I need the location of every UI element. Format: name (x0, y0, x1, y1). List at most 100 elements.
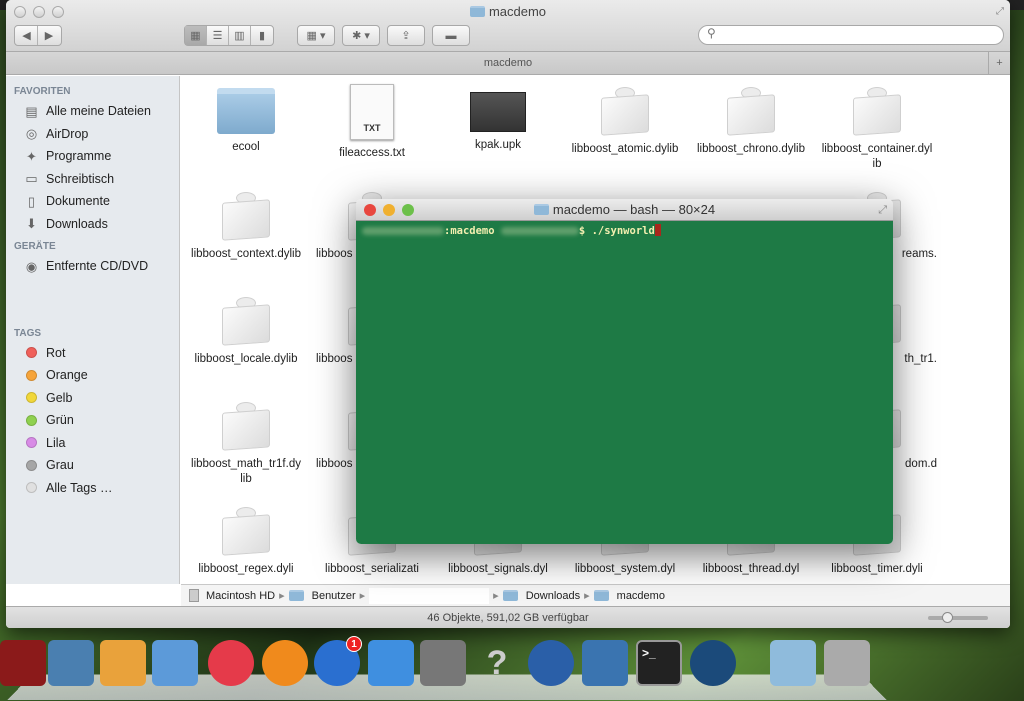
tags-button[interactable]: ▬ (432, 25, 470, 46)
prompt-symbol: $ (578, 225, 586, 237)
sidebar-item-schreibtisch[interactable]: ▭ Schreibtisch (6, 168, 179, 191)
tag-color-dot (26, 459, 37, 471)
dylib-icon (851, 84, 903, 136)
python-launcher-icon[interactable] (582, 640, 628, 686)
path-segment[interactable]: Downloads (526, 590, 580, 602)
file-label: libboost_system.dyl (574, 563, 676, 575)
fullscreen-icon[interactable]: ⤢ (996, 6, 1004, 17)
app-store-icon[interactable]: 1 (314, 636, 362, 686)
sidebar-item-downloads[interactable]: ⬇ Downloads (6, 213, 179, 236)
path-segment[interactable]: macdemo (617, 590, 665, 602)
terminal-zoom-button[interactable] (402, 204, 414, 216)
favorites-header: FAVORITEN (14, 86, 71, 97)
new-tab-button[interactable]: + (988, 52, 1010, 74)
tag-color-dot (26, 437, 37, 449)
sidebar-item-programme[interactable]: ✦ Programme (6, 145, 179, 168)
notification-badge: 1 (346, 636, 362, 652)
path-segment[interactable]: Benutzer (312, 590, 356, 602)
search-input[interactable]: ⚲ (698, 25, 1004, 45)
terminal-content[interactable]: :macdemo $ ./synworld (356, 221, 893, 544)
ibooks-icon[interactable] (262, 640, 308, 686)
prompt-directory: :macdemo (444, 225, 495, 237)
folder-icon (469, 6, 485, 17)
arrange-button[interactable]: ▦ ▾ (297, 25, 335, 46)
steam-icon[interactable] (690, 640, 736, 686)
itunes-icon[interactable] (208, 640, 254, 686)
sidebar: FAVORITEN ▤ Alle meine Dateien ◎ AirDrop ✦ Pr… (6, 76, 180, 584)
sidebar-tag[interactable]: Grau (6, 454, 179, 477)
file-item[interactable]: libboost_context.dylib (186, 189, 306, 262)
sidebar-item-dokumente[interactable]: ▯ Dokumente (6, 190, 179, 213)
unknown-app-icon[interactable]: ? (474, 640, 520, 686)
file-item[interactable]: ecool (186, 84, 306, 155)
terminal-title: macdemo — bash — 80×24 (552, 202, 716, 217)
terminal-close-button[interactable] (364, 204, 376, 216)
finder-toolbar: macdemo ⤢ ◀ ▶ ▦ ☰ ▥ ▮ ▦ ▾ ✱ ▾ ⇪ ▬ ⚲ (6, 0, 1010, 52)
sidebar-item-label: AirDrop (46, 126, 89, 141)
pages-icon[interactable] (100, 640, 146, 686)
sidebar-tag[interactable]: Gelb (6, 387, 179, 410)
path-segment[interactable]: Macintosh HD (206, 590, 275, 602)
file-label: libboost_thread.dyl (702, 563, 800, 575)
list-view-button[interactable]: ☰ (207, 26, 229, 45)
dylib-icon (220, 189, 272, 241)
sidebar-tag[interactable]: Orange (6, 364, 179, 387)
folder-icon (288, 590, 304, 601)
tag-color-dot (26, 414, 37, 426)
photo-booth-icon[interactable] (0, 640, 46, 686)
forward-button[interactable]: ▶ (38, 26, 60, 45)
sidebar-tag[interactable]: Lila (6, 432, 179, 455)
file-item[interactable]: libboost_chrono.dylib (691, 84, 811, 157)
system-preferences-icon[interactable] (420, 640, 466, 686)
downloads-stack-icon[interactable] (770, 640, 816, 686)
dylib-icon (220, 294, 272, 346)
back-button[interactable]: ◀ (16, 26, 38, 45)
path-separator-icon: ▸ (279, 590, 285, 602)
file-item[interactable]: libboost_math_tr1f.dylib (186, 399, 306, 487)
folder-icon (593, 590, 609, 601)
file-item[interactable]: kpak.upk (438, 84, 558, 153)
sidebar-item-alle-meine-dateien[interactable]: ▤ Alle meine Dateien (6, 100, 179, 123)
search-icon: ⚲ (707, 26, 716, 40)
sidebar-item-airdrop[interactable]: ◎ AirDrop (6, 123, 179, 146)
coverflow-view-button[interactable]: ▮ (251, 26, 273, 45)
fullscreen-icon[interactable]: ⤢ (878, 199, 887, 221)
sidebar-tag[interactable]: Grün (6, 409, 179, 432)
file-label: libboost_chrono.dylib (696, 143, 806, 155)
tag-label: Gelb (46, 390, 73, 405)
path-separator-icon: ▸ (359, 590, 366, 602)
file-label: kpak.upk (474, 139, 522, 151)
quicktime-icon[interactable] (528, 640, 574, 686)
sidebar-tag[interactable]: Alle Tags … (6, 477, 179, 500)
file-item[interactable]: TXT fileaccess.txt (312, 84, 432, 161)
command-text: ./synworld (591, 225, 655, 237)
file-item[interactable]: libboost_container.dylib (817, 84, 937, 172)
file-label: libboost_container.dylib (821, 143, 933, 170)
status-bar: 46 Objekte, 591,02 GB verfügbar (6, 606, 1010, 628)
devices-header: GERÄTE (14, 241, 56, 252)
file-item[interactable]: libboost_locale.dylib (186, 294, 306, 367)
path-segment-redacted[interactable] (369, 587, 490, 604)
terminal-icon[interactable]: >_ (636, 640, 682, 686)
icon-size-slider[interactable] (928, 612, 988, 623)
file-item[interactable]: libboost_regex.dyli (186, 504, 306, 577)
view-mode-buttons: ▦ ☰ ▥ ▮ (184, 25, 274, 46)
trash-icon[interactable] (824, 640, 870, 686)
numbers-icon[interactable] (152, 640, 198, 686)
sidebar-item-entfernte-cd-dvd[interactable]: ◉ Entfernte CD/DVD (6, 255, 179, 278)
icon-view-button[interactable]: ▦ (185, 26, 207, 45)
sidebar-tag[interactable]: Rot (6, 342, 179, 365)
terminal-minimize-button[interactable] (383, 204, 395, 216)
keynote-icon[interactable] (368, 640, 414, 686)
action-gear-button[interactable]: ✱ ▾ (342, 25, 380, 46)
share-button[interactable]: ⇪ (387, 25, 425, 46)
column-view-button[interactable]: ▥ (229, 26, 251, 45)
tab-macdemo[interactable]: macdemo (484, 57, 532, 69)
lego-box (727, 94, 775, 136)
text-cursor (654, 224, 661, 236)
slider-knob[interactable] (942, 612, 953, 623)
file-item[interactable]: libboost_atomic.dylib (565, 84, 685, 157)
window-title: macdemo (6, 4, 1010, 19)
iphoto-icon[interactable] (48, 640, 94, 686)
redacted-username (500, 227, 579, 235)
